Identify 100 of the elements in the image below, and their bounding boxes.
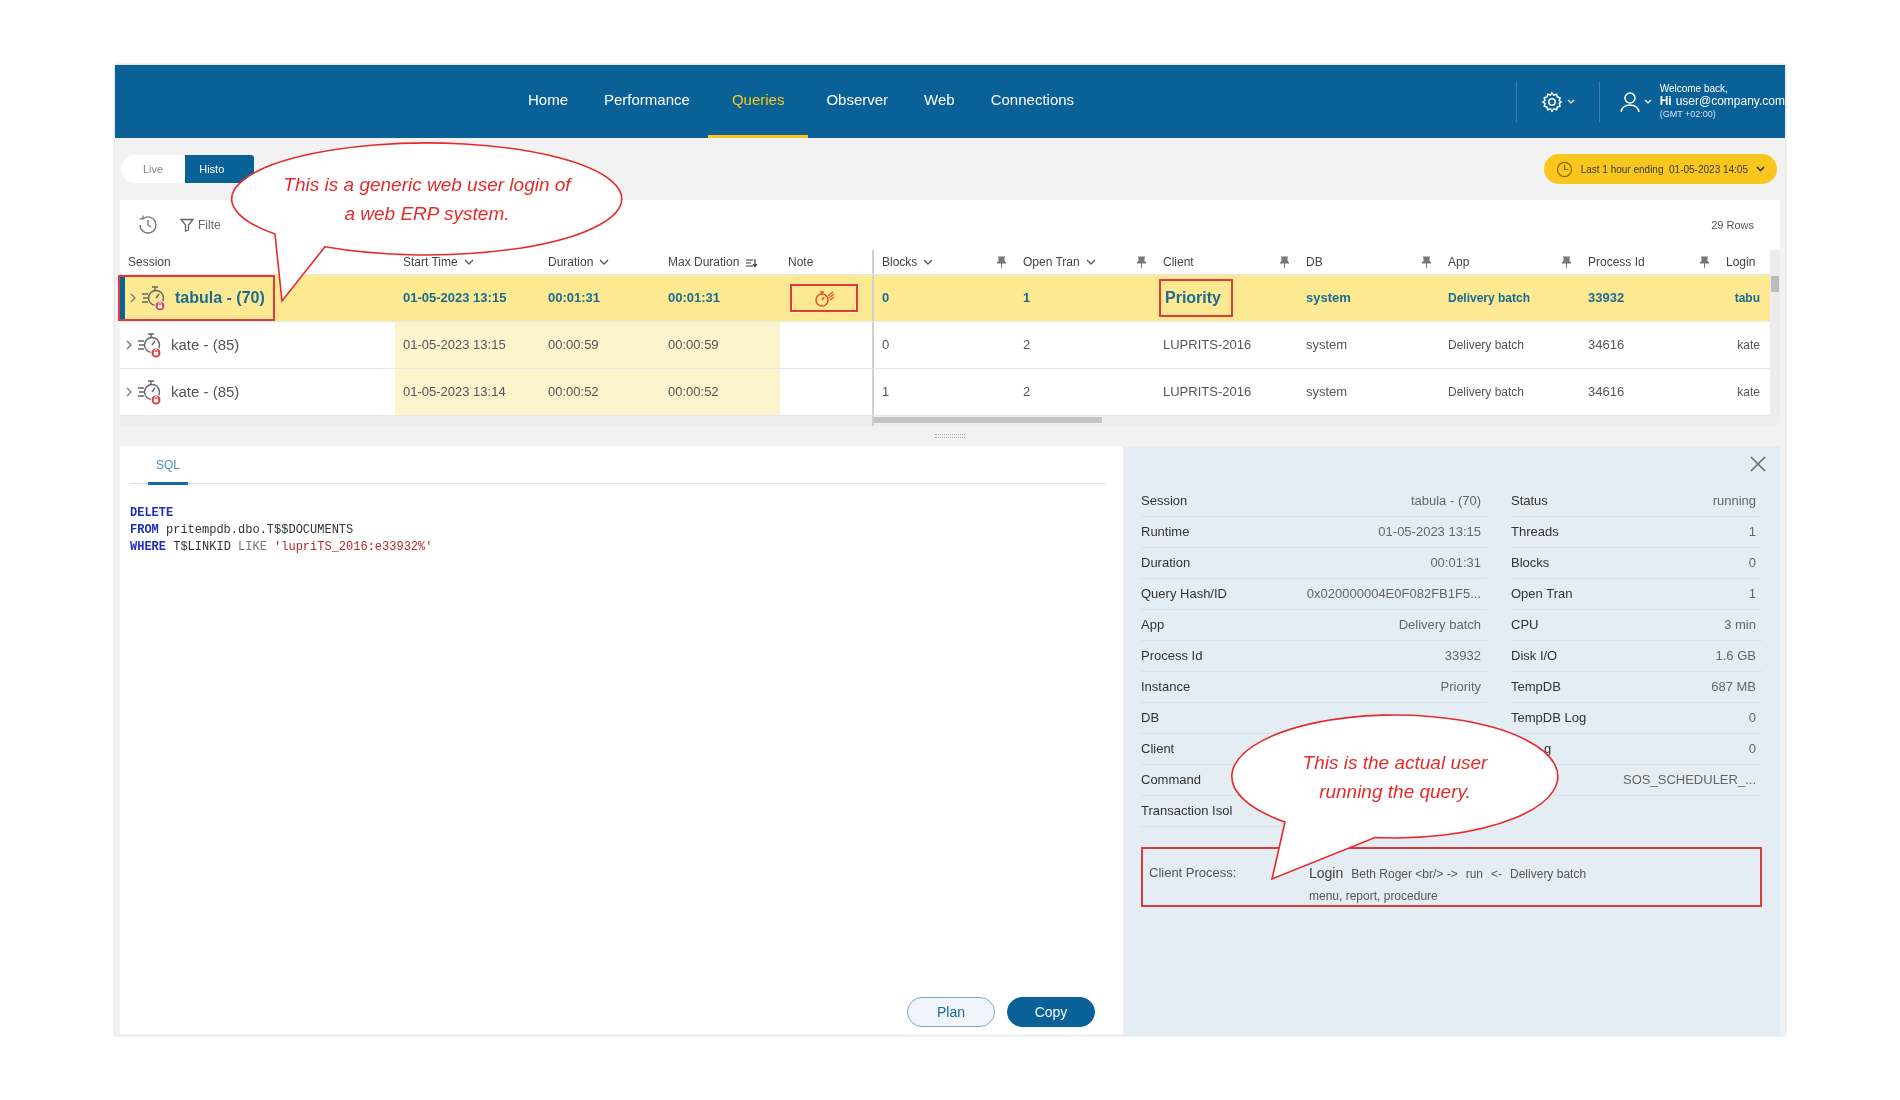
horizontal-scrollbar-thumb[interactable] [874, 417, 1102, 423]
chevron-down-icon[interactable] [1566, 98, 1575, 105]
column-header[interactable]: Open Tran [1023, 253, 1080, 271]
nav-tab[interactable]: Web [906, 65, 973, 138]
column-header[interactable]: Login [1726, 253, 1756, 271]
table-cell-text: 1 [1022, 289, 1032, 308]
caret-icon[interactable] [463, 259, 474, 265]
column-header[interactable]: Duration [548, 253, 594, 271]
history-icon[interactable] [136, 213, 160, 237]
column-header[interactable]: Note [788, 253, 814, 271]
table-cell-text: 2 [1022, 336, 1032, 355]
close-icon[interactable] [1750, 456, 1766, 472]
detail-label: Query Hash/ID [1141, 585, 1227, 604]
table-cell-text: Delivery batch [1447, 384, 1526, 401]
table-cell-text: 01-05-2023 13:15 [402, 289, 508, 308]
detail-label: Session [1141, 492, 1188, 511]
user-icon[interactable] [1619, 90, 1640, 113]
table-cell-text: tabu [1733, 290, 1761, 307]
table-row[interactable]: tabula - (70) 01-05-2023 13:15 00:01:31 00:01:31 0 1 Priority system Delivery batch 33932 tabu [120, 275, 1770, 322]
detail-value: 33932 [1444, 647, 1482, 666]
detail-value: 1 [1748, 585, 1757, 604]
column-header[interactable]: DB [1306, 253, 1323, 271]
table-cell-text: kate [1736, 337, 1761, 354]
scrollbar-thumb[interactable] [1771, 276, 1779, 292]
detail-label: Open Tran [1511, 585, 1573, 604]
session-name: kate - (85) [171, 334, 240, 355]
table-row[interactable]: kate - (85) 01-05-2023 13:14 00:00:52 00:00:52 1 2 LUPRITS-2016 system Delivery batch 34616 kate [120, 369, 1770, 416]
time-range-button[interactable]: Last 1 hour ending 01-05-2023 14:05 [1543, 154, 1777, 184]
pin-icon[interactable] [996, 256, 1007, 268]
client-process-text: Delivery batch [1510, 866, 1587, 883]
table-cell: 00:00:52 [660, 369, 780, 415]
table-cell-text: 2 [1022, 383, 1032, 402]
caret-icon[interactable] [923, 259, 934, 265]
plan-button[interactable]: Plan [907, 997, 995, 1027]
nav-tab[interactable]: Connections [972, 65, 1093, 138]
table-cell-text: 33932 [1587, 289, 1626, 308]
pin-icon[interactable] [1561, 256, 1572, 268]
greeting-text: Hi [1659, 95, 1672, 108]
settings-icon[interactable] [1540, 90, 1563, 113]
table-cell-text: kate [1736, 384, 1761, 401]
detail-label: Blocks [1511, 554, 1550, 573]
pin-icon[interactable] [1421, 256, 1432, 268]
mode-tab[interactable]: Histo [185, 155, 255, 183]
stopwatch-lock-icon [141, 284, 167, 312]
client-process-text: Beth Roger <br/> -> [1351, 866, 1458, 883]
column-header[interactable]: Process Id [1588, 253, 1645, 271]
splitter-handle[interactable] [935, 434, 965, 438]
code-line: FROM pritempdb.dbo.T$$DOCUMENTS [130, 522, 355, 539]
table-cell-text: 34616 [1587, 383, 1626, 402]
column-header[interactable]: App [1448, 253, 1470, 271]
sort-icon[interactable] [745, 256, 759, 268]
client-process-text: <- [1491, 866, 1503, 883]
caret-icon[interactable] [1085, 259, 1096, 265]
detail-label: Client [1141, 740, 1175, 759]
stopwatch-lock-icon [137, 331, 163, 359]
column-header[interactable]: Blocks [882, 253, 918, 271]
detail-value: 687 MB [1711, 678, 1757, 697]
detail-value: 1 [1748, 523, 1757, 542]
detail-label: Status [1511, 492, 1548, 511]
caret-icon[interactable] [599, 259, 610, 265]
detail-value: Delivery batch [1398, 616, 1482, 635]
table-cell-text: 00:01:31 [547, 289, 602, 308]
nav-tab[interactable]: Performance [586, 65, 708, 138]
mode-tab[interactable]: Live [121, 155, 186, 183]
clock-icon [1555, 160, 1573, 178]
client-process-text: run [1465, 866, 1483, 883]
column-header[interactable]: Client [1163, 253, 1194, 271]
detail-label: Transaction Isol [1141, 802, 1233, 821]
pin-icon[interactable] [1279, 256, 1290, 268]
table-row[interactable]: kate - (85) 01-05-2023 13:15 00:00:59 00:00:59 0 2 LUPRITS-2016 system Delivery batch 34616 kate [120, 322, 1770, 369]
table-cell-text: LUPRITS-2016 [1163, 383, 1252, 402]
table-cell: 00:00:52 [540, 369, 660, 415]
detail-value: Priority [1440, 678, 1482, 697]
detail-value: 00:01:31 [1430, 554, 1482, 573]
table-cell-text: 00:01:31 [667, 289, 722, 308]
sql-tab[interactable]: SQL [148, 456, 188, 485]
session-name: kate - (85) [171, 381, 240, 402]
detail-value: running [1712, 492, 1757, 511]
detail-value: SOS_SCHEDULER_... [1623, 771, 1757, 790]
column-header[interactable]: Start Time [403, 253, 458, 271]
detail-value: 01-05-2023 13:15 [1378, 523, 1482, 542]
copy-button[interactable]: Copy [1007, 997, 1095, 1027]
column-header[interactable]: Max Duration [668, 253, 740, 271]
column-header[interactable]: Session [128, 253, 171, 271]
nav-tab[interactable]: Queries [707, 65, 809, 138]
filter-button[interactable]: Filte [180, 216, 221, 234]
detail-label: CPU [1511, 616, 1539, 635]
pin-icon[interactable] [1136, 256, 1147, 268]
stopwatch-icon[interactable] [813, 289, 835, 307]
detail-label: DB [1141, 709, 1160, 728]
detail-label: Command [1141, 771, 1201, 790]
detail-label: TempDB Log [1511, 709, 1587, 728]
table-cell: 01-05-2023 13:15 [395, 322, 540, 368]
nav-tab[interactable]: Home [510, 65, 586, 138]
pin-icon[interactable] [1699, 256, 1710, 268]
detail-label: Threads [1511, 523, 1559, 542]
nav-tab[interactable]: Observer [808, 65, 907, 138]
detail-value: 0x020000004E0F082FB1F5... [1306, 585, 1482, 604]
welcome-text: Welcome back, [1659, 82, 1729, 95]
chevron-down-icon[interactable] [1643, 98, 1652, 105]
